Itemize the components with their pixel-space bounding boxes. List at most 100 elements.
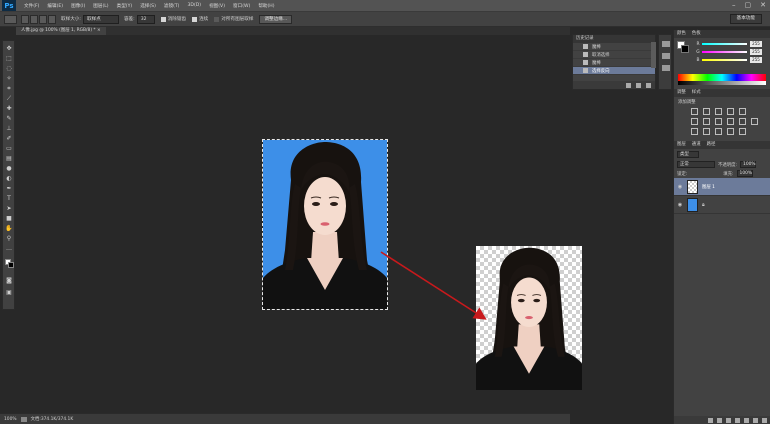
vibrance-icon[interactable]: [739, 108, 746, 115]
tab-paths[interactable]: 路径: [707, 141, 716, 149]
layer-row[interactable]: ◉ 图层 1: [674, 178, 770, 196]
selective-color-icon[interactable]: [739, 128, 746, 135]
grayscale-ramp[interactable]: [678, 81, 766, 85]
red-value[interactable]: 255: [750, 41, 762, 47]
original-portrait-image[interactable]: [262, 139, 388, 310]
hue-saturation-icon[interactable]: [691, 118, 698, 125]
document-tab[interactable]: 人像.jpg @ 100% (图层 1, RGB/8) * ×: [16, 27, 106, 35]
subtract-selection-icon[interactable]: [39, 14, 47, 24]
screen-mode-icon[interactable]: ▣: [5, 289, 13, 297]
history-brush-tool-icon[interactable]: ✐: [5, 135, 13, 143]
curves-icon[interactable]: [715, 108, 722, 115]
trash-icon[interactable]: [646, 82, 651, 88]
magic-wand-tool-preset-icon[interactable]: [4, 14, 17, 24]
new-document-from-state-icon[interactable]: [626, 82, 631, 88]
layer-row[interactable]: ◉ 🔒︎: [674, 196, 770, 214]
posterize-icon[interactable]: [703, 128, 710, 135]
green-slider[interactable]: [702, 51, 747, 53]
snapshot-icon[interactable]: [636, 82, 641, 88]
black-white-icon[interactable]: [715, 118, 722, 125]
status-export-icon[interactable]: [20, 416, 27, 422]
eye-icon[interactable]: ◉: [676, 202, 684, 208]
color-balance-icon[interactable]: [703, 118, 710, 125]
antialias-checkbox[interactable]: [160, 16, 166, 22]
tab-layers[interactable]: 图层: [677, 141, 686, 149]
history-item[interactable]: 魔棒: [573, 59, 655, 67]
channel-mixer-icon[interactable]: [739, 118, 746, 125]
lasso-tool-icon[interactable]: ◌: [5, 65, 13, 73]
tab-adjustments[interactable]: 调整: [677, 89, 686, 97]
menu-image[interactable]: 图像(I): [71, 3, 85, 9]
zoom-tool-icon[interactable]: ⚲: [5, 235, 13, 243]
levels-icon[interactable]: [703, 108, 710, 115]
dodge-tool-icon[interactable]: ◐: [5, 175, 13, 183]
history-item[interactable]: 魔棒: [573, 43, 655, 51]
blend-mode-select[interactable]: 正常: [677, 161, 715, 168]
invert-icon[interactable]: [691, 128, 698, 135]
magic-wand-tool-icon[interactable]: ✧: [5, 75, 13, 83]
blue-value[interactable]: 255: [750, 57, 762, 63]
layer-name[interactable]: 图层 1: [702, 184, 715, 190]
blur-tool-icon[interactable]: ●: [5, 165, 13, 173]
cutout-portrait-image[interactable]: [476, 246, 582, 390]
add-mask-icon[interactable]: [726, 417, 731, 423]
type-tool-icon[interactable]: T: [5, 195, 13, 203]
history-item[interactable]: 取消选择: [573, 51, 655, 59]
menu-3d[interactable]: 3D(D): [187, 3, 201, 8]
info-panel-icon[interactable]: [662, 65, 670, 71]
eyedropper-tool-icon[interactable]: ⟋: [5, 95, 13, 103]
eraser-tool-icon[interactable]: ▭: [5, 145, 13, 153]
layer-filter-select[interactable]: 类型: [677, 151, 699, 158]
threshold-icon[interactable]: [715, 128, 722, 135]
gradient-map-icon[interactable]: [727, 128, 734, 135]
intersect-selection-icon[interactable]: [48, 14, 56, 24]
quick-mask-icon[interactable]: ◙: [5, 277, 13, 285]
tolerance-input[interactable]: 32: [136, 14, 155, 24]
close-button[interactable]: ✕: [760, 1, 766, 10]
tab-history[interactable]: 历史记录: [576, 35, 594, 43]
history-item-active[interactable]: 选择反向: [573, 67, 655, 75]
layer-style-icon[interactable]: [717, 417, 722, 423]
tab-color[interactable]: 颜色: [677, 30, 686, 38]
marquee-tool-icon[interactable]: ⬚: [5, 55, 13, 63]
menu-edit[interactable]: 编辑(E): [47, 3, 63, 9]
red-slider[interactable]: [702, 43, 747, 45]
layer-filter-icons[interactable]: [702, 151, 756, 158]
menu-filter[interactable]: 滤镜(T): [164, 3, 180, 9]
all-layers-checkbox[interactable]: [214, 16, 220, 22]
menu-type[interactable]: 类型(Y): [117, 3, 133, 9]
brush-tool-icon[interactable]: ✎: [5, 115, 13, 123]
new-layer-icon[interactable]: [753, 417, 758, 423]
photo-filter-icon[interactable]: [727, 118, 734, 125]
history-panel-icon[interactable]: [662, 41, 670, 47]
exposure-icon[interactable]: [727, 108, 734, 115]
fill-input[interactable]: 100%: [736, 170, 753, 177]
tab-channels[interactable]: 通道: [692, 141, 701, 149]
add-selection-icon[interactable]: [30, 14, 38, 24]
menu-select[interactable]: 选择(S): [140, 3, 156, 9]
workspace-select[interactable]: 基本功能: [729, 14, 762, 24]
menu-file[interactable]: 文件(F): [24, 3, 39, 9]
gradient-tool-icon[interactable]: ▤: [5, 155, 13, 163]
contiguous-checkbox[interactable]: [192, 16, 198, 22]
move-tool-icon[interactable]: ✥: [5, 45, 13, 53]
new-selection-icon[interactable]: [21, 14, 29, 24]
opacity-input[interactable]: 100%: [740, 161, 757, 168]
sample-size-select[interactable]: 取样点: [82, 14, 119, 24]
menu-layer[interactable]: 图层(L): [93, 3, 108, 9]
menu-help[interactable]: 帮助(H): [258, 3, 274, 9]
minimize-button[interactable]: –: [732, 1, 736, 10]
pen-tool-icon[interactable]: ✒: [5, 185, 13, 193]
shape-tool-icon[interactable]: ■: [5, 215, 13, 223]
menu-view[interactable]: 视图(V): [209, 3, 225, 9]
zoom-level[interactable]: 100%: [4, 417, 17, 422]
clone-stamp-tool-icon[interactable]: ⊥: [5, 125, 13, 133]
new-adjustment-icon[interactable]: [735, 417, 740, 423]
blue-slider[interactable]: [702, 59, 747, 61]
crop-tool-icon[interactable]: ⌗: [5, 85, 13, 93]
healing-brush-tool-icon[interactable]: ✚: [5, 105, 13, 113]
eye-icon[interactable]: ◉: [676, 184, 684, 190]
extra-tools-icon[interactable]: …: [5, 245, 13, 253]
history-scrollbar[interactable]: [651, 42, 656, 68]
color-spectrum-bar[interactable]: [678, 74, 766, 81]
